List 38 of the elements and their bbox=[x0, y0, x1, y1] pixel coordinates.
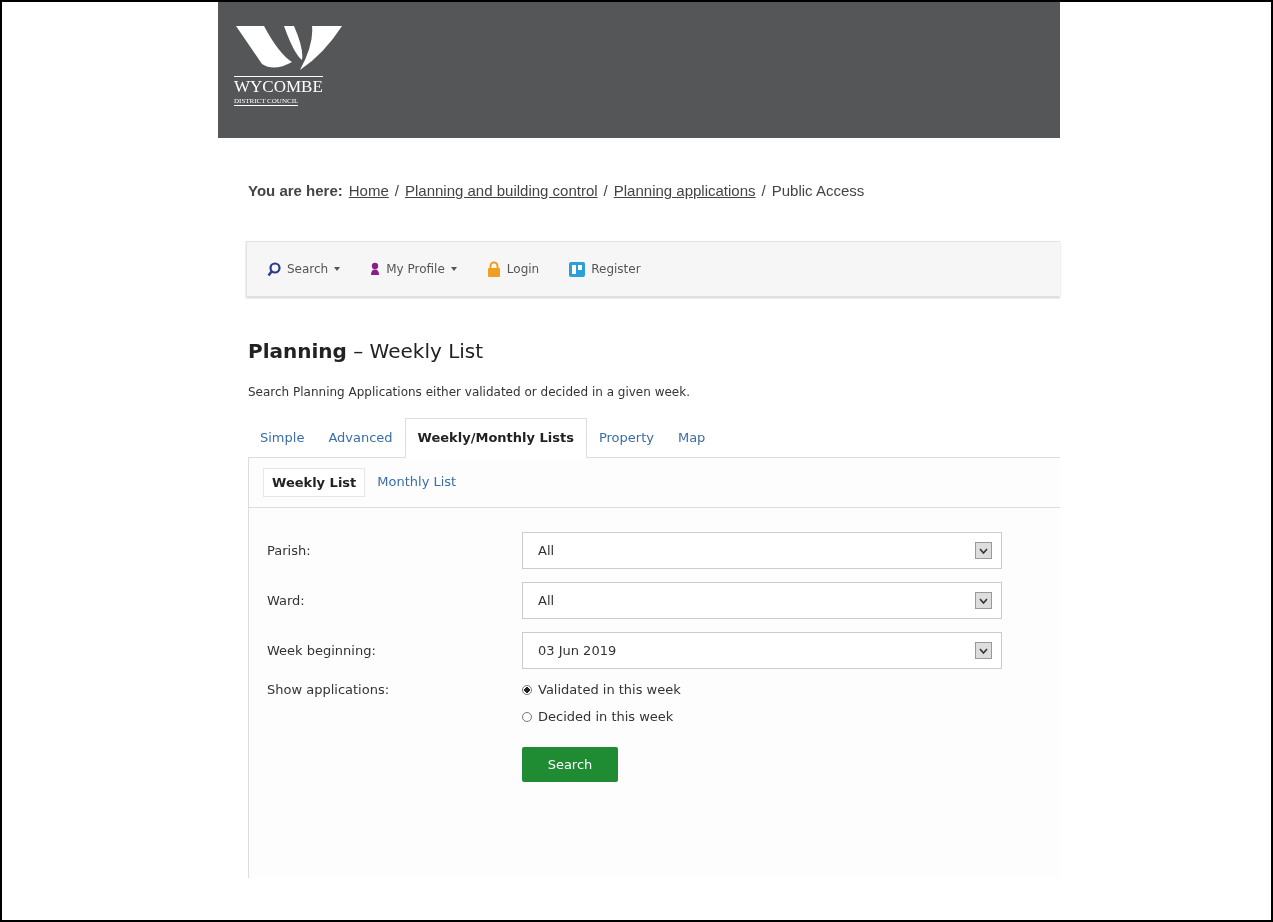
tab[interactable]: Weekly/Monthly Lists bbox=[404, 418, 587, 458]
toolbar-item[interactable]: Search bbox=[267, 261, 341, 277]
logo-name: WYCOMBE bbox=[234, 76, 323, 97]
breadcrumb-link[interactable]: Planning applications bbox=[613, 182, 756, 199]
breadcrumb-separator: / bbox=[761, 182, 766, 199]
dropdown-field[interactable]: All bbox=[522, 582, 1002, 619]
field-label: Week beginning: bbox=[267, 643, 377, 658]
breadcrumb-link[interactable]: Home bbox=[348, 182, 389, 199]
toolbar-item[interactable]: Login bbox=[486, 261, 540, 277]
field-label: Parish: bbox=[267, 543, 312, 558]
toolbar-item[interactable]: Register bbox=[569, 261, 641, 277]
tab[interactable]: Map bbox=[665, 419, 718, 457]
breadcrumb-separator: / bbox=[603, 182, 608, 199]
breadcrumb-separator: / bbox=[394, 182, 399, 199]
breadcrumb-link[interactable]: Planning and building control bbox=[404, 182, 598, 199]
breadcrumb-current: Public Access bbox=[771, 182, 865, 199]
page-description: Search Planning Applications either validated or decided in a given week. bbox=[248, 385, 691, 399]
dropdown-field[interactable]: All bbox=[522, 532, 1002, 569]
radio-option[interactable]: Decided in this week bbox=[522, 709, 681, 724]
search-icon bbox=[267, 261, 281, 277]
radio-button[interactable] bbox=[522, 684, 532, 695]
dropdown-field[interactable]: 03 Jun 2019 bbox=[522, 632, 1002, 669]
register-icon bbox=[569, 261, 586, 277]
sub-tab[interactable]: Weekly List bbox=[263, 468, 366, 497]
toolbar-item[interactable]: My Profile bbox=[370, 262, 457, 276]
sub-tab[interactable]: Monthly List bbox=[369, 468, 465, 497]
tab[interactable]: Simple bbox=[248, 419, 317, 457]
radio-button[interactable] bbox=[522, 711, 532, 722]
search-button[interactable]: Search bbox=[522, 747, 618, 782]
field-label: Ward: bbox=[267, 593, 306, 608]
radio-option[interactable]: Validated in this week bbox=[522, 682, 681, 697]
padlock-icon bbox=[486, 261, 501, 277]
page-heading: Planning – Weekly List bbox=[248, 339, 485, 363]
breadcrumb-label: You are here: bbox=[248, 182, 343, 199]
tab[interactable]: Advanced bbox=[316, 419, 405, 457]
person-icon bbox=[370, 262, 381, 276]
tab[interactable]: Property bbox=[586, 419, 666, 457]
field-label: Show applications: bbox=[267, 682, 391, 697]
